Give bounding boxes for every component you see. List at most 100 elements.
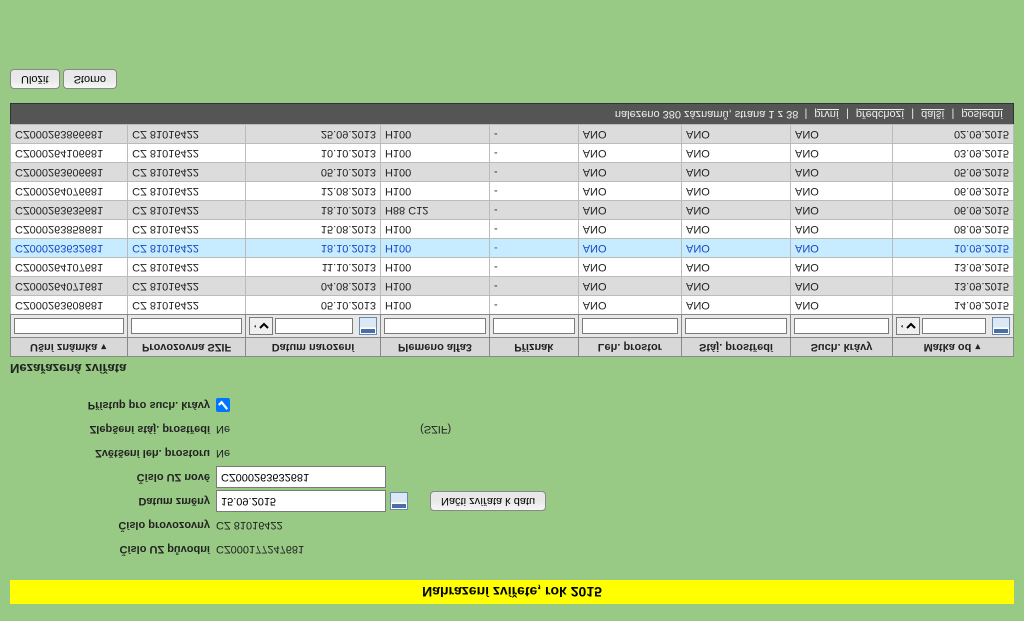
- cell: ANO: [578, 182, 681, 201]
- cell: -: [489, 239, 578, 258]
- col-such-kravy[interactable]: Such. krávy: [791, 338, 893, 357]
- cell: ANO: [578, 144, 681, 163]
- value-farm-no: CZ 81016422: [216, 519, 283, 531]
- cell: 10.10.2013: [246, 144, 381, 163]
- col-staj-prostredi[interactable]: Stáj. prostředí: [682, 338, 791, 357]
- pager: nalezeno 380 záznamů, strana 1 z 38 | pr…: [10, 103, 1014, 124]
- cell: -: [489, 277, 578, 296]
- cell: H100: [380, 258, 489, 277]
- cell: 02.09.2015: [892, 125, 1013, 144]
- filter-birth-op[interactable]: <: [249, 317, 273, 335]
- cell: -: [489, 258, 578, 277]
- value-enlarge-space: Ne: [216, 447, 230, 459]
- cell: 06.09.2015: [892, 182, 1013, 201]
- table-row[interactable]: CZ000264106681CZ 8101642210.10.2013H100-…: [11, 144, 1014, 163]
- pager-prev[interactable]: předchozí: [856, 108, 904, 120]
- filter-breed[interactable]: [384, 318, 486, 334]
- pager-last[interactable]: poslední: [961, 108, 1003, 120]
- table-row[interactable]: CZ000264107681CZ 8101642211.10.2013H100-…: [11, 258, 1014, 277]
- pager-summary: nalezeno 380 záznamů, strana 1 z 38: [615, 108, 798, 120]
- cell: ANO: [682, 182, 791, 201]
- label-change-date: Datum změny: [10, 495, 216, 507]
- table-row[interactable]: CZ000263606681CZ 8101642205.10.2013H100-…: [11, 163, 1014, 182]
- page-title: Nahrazení zvířete, rok 2015: [10, 580, 1014, 604]
- cell: H88 C12: [380, 201, 489, 220]
- cell: H100: [380, 182, 489, 201]
- filter-matka-op[interactable]: <: [896, 317, 920, 335]
- table-row[interactable]: CZ000263632681CZ 8101642218.10.2013H100-…: [11, 239, 1014, 258]
- filter-birth[interactable]: [275, 318, 353, 334]
- cell: ANO: [682, 258, 791, 277]
- cell: H100: [380, 277, 489, 296]
- save-button[interactable]: Uložit: [10, 69, 60, 89]
- filter-such[interactable]: [794, 318, 889, 334]
- cell: H100: [380, 163, 489, 182]
- col-farm-szif[interactable]: Provozovna SZIF: [128, 338, 246, 357]
- cell: -: [489, 182, 578, 201]
- cell: 06.09.2015: [892, 201, 1013, 220]
- cell: ANO: [682, 277, 791, 296]
- value-orig-uz: CZ000177247681: [216, 543, 304, 555]
- cell: CZ000263866681: [11, 125, 128, 144]
- cell: 12.08.2013: [246, 182, 381, 201]
- cell: ANO: [791, 277, 893, 296]
- col-matka-od[interactable]: Matka od▼: [892, 338, 1013, 357]
- cancel-button[interactable]: Storno: [63, 69, 117, 89]
- filter-farm[interactable]: [131, 318, 242, 334]
- table-row[interactable]: CZ000264071681CZ 8101642204.08.2013H100-…: [11, 277, 1014, 296]
- table-row[interactable]: CZ000263866681CZ 8101642225.09.2013H100-…: [11, 125, 1014, 144]
- cell: ANO: [682, 144, 791, 163]
- cell: 05.10.2013: [246, 296, 381, 315]
- calendar-icon[interactable]: [992, 317, 1010, 335]
- animals-table: Ušní známka▼ Provozovna SZIF Datum naroz…: [10, 124, 1014, 357]
- cell: 04.08.2013: [246, 277, 381, 296]
- cell: ANO: [578, 277, 681, 296]
- cell: CZ 81016422: [128, 182, 246, 201]
- table-row[interactable]: CZ000263608681CZ 8101642205.10.2013H100-…: [11, 296, 1014, 315]
- calendar-icon[interactable]: [359, 317, 377, 335]
- cell: 14.09.2015: [892, 296, 1013, 315]
- filter-ear-tag[interactable]: [14, 318, 124, 334]
- cell: ANO: [578, 125, 681, 144]
- cell: 18.10.2013: [246, 201, 381, 220]
- cell: CZ000264107681: [11, 258, 128, 277]
- change-date-input[interactable]: [216, 490, 386, 512]
- pager-first[interactable]: první: [814, 108, 838, 120]
- cell: -: [489, 296, 578, 315]
- cell: 18.10.2013: [246, 239, 381, 258]
- cell: CZ000264071681: [11, 277, 128, 296]
- cell: 13.09.2015: [892, 258, 1013, 277]
- filter-staj[interactable]: [685, 318, 787, 334]
- col-breed[interactable]: Plemeno alfa3: [380, 338, 489, 357]
- cell: CZ000263608681: [11, 296, 128, 315]
- label-new-uz: Číslo UZ nové: [10, 471, 216, 483]
- col-birth-date[interactable]: Datum narození: [246, 338, 381, 357]
- col-ear-tag[interactable]: Ušní známka▼: [11, 338, 128, 357]
- table-row[interactable]: CZ000263858681CZ 8101642215.08.2013H100-…: [11, 220, 1014, 239]
- load-animals-button[interactable]: Načti zvířata k datu: [430, 491, 546, 511]
- section-heading: Nezařazená zvířata: [10, 361, 1014, 376]
- cell: CZ 81016422: [128, 125, 246, 144]
- label-enlarge-space: Zvětšení leh. prostoru: [10, 447, 216, 459]
- cell: CZ 81016422: [128, 201, 246, 220]
- filter-flag[interactable]: [493, 318, 575, 334]
- col-flag[interactable]: Příznak: [489, 338, 578, 357]
- cell: ANO: [791, 163, 893, 182]
- cell: -: [489, 125, 578, 144]
- cell: CZ 81016422: [128, 258, 246, 277]
- pager-next[interactable]: další: [921, 108, 944, 120]
- cell: CZ 81016422: [128, 296, 246, 315]
- cell: ANO: [578, 258, 681, 277]
- filter-leh[interactable]: [582, 318, 678, 334]
- col-leh-prostor[interactable]: Leh. prostor: [578, 338, 681, 357]
- table-row[interactable]: CZ000263635681CZ 8101642218.10.2013H88 C…: [11, 201, 1014, 220]
- cell: ANO: [682, 201, 791, 220]
- cell: CZ000263632681: [11, 239, 128, 258]
- filter-matka[interactable]: [922, 318, 986, 334]
- cell: 05.09.2015: [892, 163, 1013, 182]
- cell: 03.09.2015: [892, 144, 1013, 163]
- table-row[interactable]: CZ000264076681CZ 8101642212.08.2013H100-…: [11, 182, 1014, 201]
- calendar-icon[interactable]: [390, 492, 408, 510]
- dry-cows-checkbox[interactable]: [216, 398, 230, 412]
- new-uz-input[interactable]: [216, 466, 386, 488]
